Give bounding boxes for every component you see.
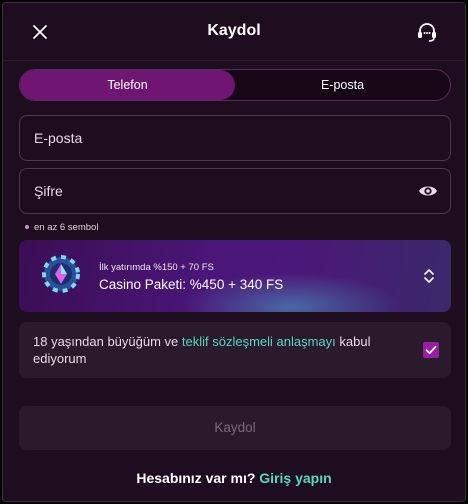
password-field[interactable] [34, 169, 394, 213]
signup-modal: Kaydol Telefon E-posta en az 6 [2, 2, 466, 502]
casino-chip-icon [41, 254, 81, 294]
signup-method-tabs: Telefon E-posta [19, 69, 451, 101]
signup-submit-button[interactable]: Kaydol [19, 406, 451, 450]
password-hint: en az 6 sembol [25, 222, 98, 233]
login-link[interactable]: Giriş yapın [259, 470, 331, 486]
terms-link[interactable]: teklif sözleşmeli anlaşmayı [182, 334, 336, 349]
check-icon [425, 345, 437, 355]
terms-checkbox[interactable] [423, 342, 439, 358]
bonus-title: Casino Paketi: %450 + 340 FS [99, 277, 284, 292]
chevron-up-down-icon [422, 267, 436, 285]
modal-header: Kaydol [3, 3, 465, 61]
email-field[interactable] [34, 116, 394, 160]
bonus-subtitle: İlk yatırımda %150 + 70 FS [99, 262, 214, 273]
login-prompt: Hesabınız var mı? Giriş yapın [136, 470, 332, 486]
password-field-wrapper [19, 168, 451, 214]
hint-dot-icon [25, 225, 29, 230]
email-field-wrapper [19, 115, 451, 161]
terms-text: 18 yaşından büyüğüm ve teklif sözleşmeli… [33, 334, 371, 366]
eye-icon[interactable] [418, 182, 438, 200]
tab-phone[interactable]: Telefon [20, 70, 235, 100]
page-title: Kaydol [207, 22, 261, 39]
terms-agreement: 18 yaşından büyüğüm ve teklif sözleşmeli… [19, 322, 451, 378]
headset-icon[interactable] [415, 20, 439, 44]
tab-email[interactable]: E-posta [235, 70, 450, 100]
bonus-selector[interactable]: İlk yatırımda %150 + 70 FS Casino Paketi… [19, 240, 451, 312]
